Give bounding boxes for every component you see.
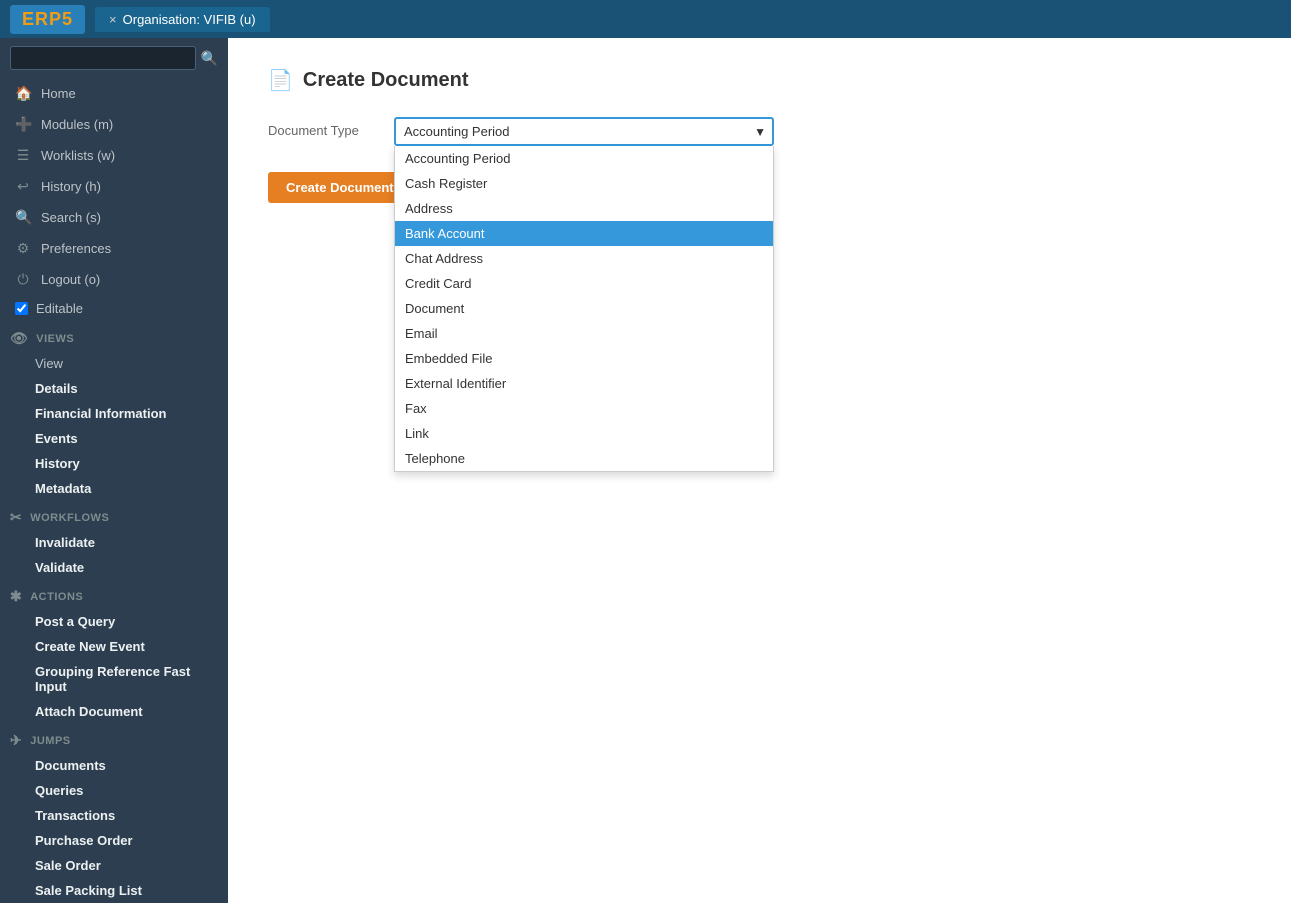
- page-title-area: 📄 Create Document: [268, 68, 1251, 93]
- sidebar-item-preferences[interactable]: ⚙ Preferences: [0, 233, 228, 264]
- page-title: Create Document: [303, 69, 469, 92]
- views-label: VIEWS: [36, 333, 74, 345]
- sidebar-item-grouping-reference[interactable]: Grouping Reference Fast Input: [0, 659, 228, 699]
- workflows-label: WORKFLOWS: [30, 512, 109, 524]
- sidebar-item-modules[interactable]: ➕ Modules (m): [0, 109, 228, 140]
- dropdown-option[interactable]: Accounting Period: [395, 146, 773, 171]
- sidebar-item-metadata[interactable]: Metadata: [0, 476, 228, 501]
- sidebar-item-post-query[interactable]: Post a Query: [0, 609, 228, 634]
- tab-bar: × Organisation: VIFIB (u): [95, 7, 1281, 32]
- logo-text: ERP: [22, 9, 62, 29]
- editable-label: Editable: [36, 301, 83, 316]
- sidebar-item-logout[interactable]: ⏻ Logout (o): [0, 264, 228, 295]
- modules-label: Modules (m): [41, 117, 113, 132]
- editable-row: Editable: [0, 295, 228, 322]
- sidebar-item-create-new-event[interactable]: Create New Event: [0, 634, 228, 659]
- dropdown-option[interactable]: Cash Register: [395, 171, 773, 196]
- sidebar-item-worklists[interactable]: ☰ Worklists (w): [0, 140, 228, 171]
- history-icon: ↩: [15, 178, 31, 195]
- sidebar-item-validate[interactable]: Validate: [0, 555, 228, 580]
- dropdown-option[interactable]: Fax: [395, 396, 773, 421]
- document-type-row: Document Type Accounting Period ▼ Accoun…: [268, 117, 1251, 146]
- logo[interactable]: ERP5: [10, 5, 85, 34]
- sidebar-item-view[interactable]: View: [0, 351, 228, 376]
- actions-label: ACTIONS: [30, 591, 83, 603]
- sidebar-item-documents[interactable]: Documents: [0, 753, 228, 778]
- sidebar-item-history[interactable]: ↩ History (h): [0, 171, 228, 202]
- logo-number: 5: [62, 9, 73, 29]
- dropdown-option[interactable]: Credit Card: [395, 271, 773, 296]
- actions-section-header: ✱ ACTIONS: [0, 580, 228, 609]
- modules-icon: ➕: [15, 116, 31, 133]
- content-area: 📄 Create Document Document Type Accounti…: [228, 38, 1291, 903]
- actions-icon: ✱: [10, 588, 22, 605]
- search-icon-button[interactable]: 🔍: [201, 50, 218, 67]
- dropdown-option[interactable]: Address: [395, 196, 773, 221]
- worklists-label: Worklists (w): [41, 148, 115, 163]
- sidebar-item-home[interactable]: 🏠 Home: [0, 78, 228, 109]
- sidebar-item-sale-order[interactable]: Sale Order: [0, 853, 228, 878]
- worklists-icon: ☰: [15, 147, 31, 164]
- main-layout: 🔍 🏠 Home ➕ Modules (m) ☰ Worklists (w) ↩…: [0, 38, 1291, 903]
- history-label: History (h): [41, 179, 101, 194]
- sidebar-item-financial-information[interactable]: Financial Information: [0, 401, 228, 426]
- dropdown-list: Accounting PeriodCash RegisterAddressBan…: [394, 146, 774, 472]
- jumps-label: JUMPS: [30, 735, 70, 747]
- sidebar-item-sale-packing-list[interactable]: Sale Packing List: [0, 878, 228, 903]
- dropdown-selected-text: Accounting Period: [404, 124, 510, 139]
- search-nav-icon: 🔍: [15, 209, 31, 226]
- dropdown-option[interactable]: Embedded File: [395, 346, 773, 371]
- sidebar-item-events[interactable]: Events: [0, 426, 228, 451]
- logout-label: Logout (o): [41, 272, 100, 287]
- dropdown-option[interactable]: External Identifier: [395, 371, 773, 396]
- views-section-header: 👁 VIEWS: [0, 322, 228, 351]
- dropdown-option[interactable]: Chat Address: [395, 246, 773, 271]
- sidebar-item-attach-document[interactable]: Attach Document: [0, 699, 228, 724]
- sidebar: 🔍 🏠 Home ➕ Modules (m) ☰ Worklists (w) ↩…: [0, 38, 228, 903]
- create-document-button[interactable]: Create Document: [268, 172, 412, 203]
- search-input[interactable]: [10, 46, 196, 70]
- document-type-label: Document Type: [268, 117, 378, 138]
- topbar: ERP5 × Organisation: VIFIB (u): [0, 0, 1291, 38]
- dropdown-option[interactable]: Email: [395, 321, 773, 346]
- home-icon: 🏠: [15, 85, 31, 102]
- document-icon: 📄: [268, 68, 293, 93]
- editable-checkbox[interactable]: [15, 302, 28, 315]
- tab-label: Organisation: VIFIB (u): [123, 12, 256, 27]
- active-tab[interactable]: × Organisation: VIFIB (u): [95, 7, 270, 32]
- dropdown-option[interactable]: Document: [395, 296, 773, 321]
- sidebar-item-invalidate[interactable]: Invalidate: [0, 530, 228, 555]
- tab-close-icon[interactable]: ×: [109, 12, 117, 27]
- preferences-icon: ⚙: [15, 240, 31, 257]
- workflows-icon: ✂: [10, 509, 22, 526]
- dropdown-selected[interactable]: Accounting Period ▼: [394, 117, 774, 146]
- sidebar-item-details[interactable]: Details: [0, 376, 228, 401]
- search-nav-label: Search (s): [41, 210, 101, 225]
- workflows-section-header: ✂ WORKFLOWS: [0, 501, 228, 530]
- sidebar-item-history-view[interactable]: History: [0, 451, 228, 476]
- dropdown-option[interactable]: Link: [395, 421, 773, 446]
- views-icon: 👁: [10, 330, 28, 347]
- sidebar-item-search[interactable]: 🔍 Search (s): [0, 202, 228, 233]
- jumps-icon: ✈: [10, 732, 22, 749]
- sidebar-item-purchase-order[interactable]: Purchase Order: [0, 828, 228, 853]
- jumps-section-header: ✈ JUMPS: [0, 724, 228, 753]
- preferences-label: Preferences: [41, 241, 111, 256]
- document-type-dropdown[interactable]: Accounting Period ▼ Accounting PeriodCas…: [394, 117, 774, 146]
- sidebar-item-queries[interactable]: Queries: [0, 778, 228, 803]
- sidebar-item-transactions[interactable]: Transactions: [0, 803, 228, 828]
- dropdown-option[interactable]: Telephone: [395, 446, 773, 471]
- home-label: Home: [41, 86, 76, 101]
- dropdown-option[interactable]: Bank Account: [395, 221, 773, 246]
- search-bar: 🔍: [0, 38, 228, 78]
- logout-icon: ⏻: [15, 271, 31, 288]
- chevron-down-icon: ▼: [754, 125, 766, 139]
